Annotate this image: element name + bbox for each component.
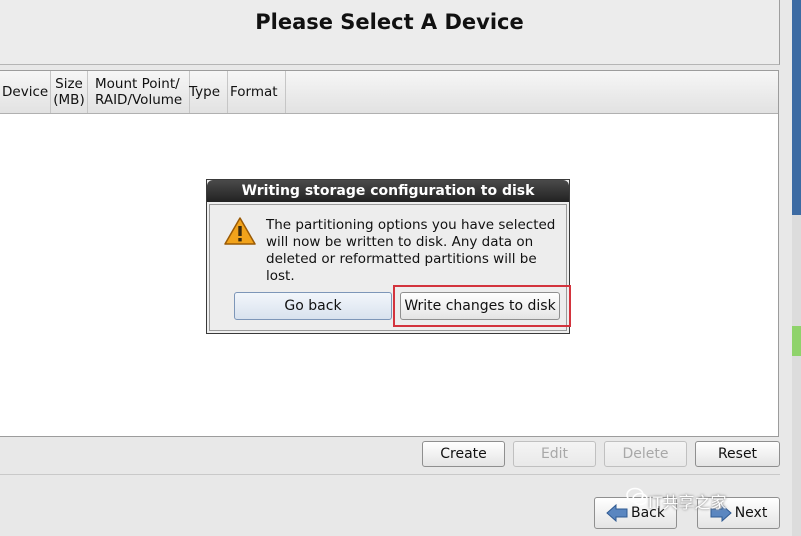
- header: Please Select A Device: [0, 0, 780, 65]
- dialog-message: The partitioning options you have select…: [266, 217, 556, 284]
- wechat-icon: [626, 487, 648, 506]
- go-back-button[interactable]: Go back: [234, 292, 392, 320]
- page-title: Please Select A Device: [255, 10, 524, 34]
- dialog-title: Writing storage configuration to disk: [207, 180, 569, 202]
- table-header: Device Size (MB) Mount Point/RAID/Volume …: [0, 71, 778, 114]
- background-window-edge: [792, 0, 801, 536]
- write-changes-button[interactable]: Write changes to disk: [400, 292, 560, 320]
- column-header-mount-point[interactable]: Mount Point/RAID/Volume: [88, 71, 190, 113]
- column-header-device[interactable]: Device: [0, 71, 51, 113]
- delete-button[interactable]: Delete: [604, 441, 687, 467]
- confirm-dialog: Writing storage configuration to disk Th…: [206, 179, 571, 334]
- dialog-body: The partitioning options you have select…: [209, 204, 571, 331]
- column-header-type[interactable]: Type: [185, 71, 228, 113]
- divider: [0, 474, 780, 475]
- edit-button[interactable]: Edit: [513, 441, 596, 467]
- column-header-size[interactable]: Size (MB): [51, 71, 88, 113]
- column-header-format[interactable]: Format: [224, 71, 286, 113]
- reset-button[interactable]: Reset: [695, 441, 780, 467]
- create-button[interactable]: Create: [422, 441, 505, 467]
- back-arrow-icon: [606, 504, 628, 522]
- warning-icon: [224, 217, 256, 245]
- watermark: IT共享之家: [648, 493, 727, 512]
